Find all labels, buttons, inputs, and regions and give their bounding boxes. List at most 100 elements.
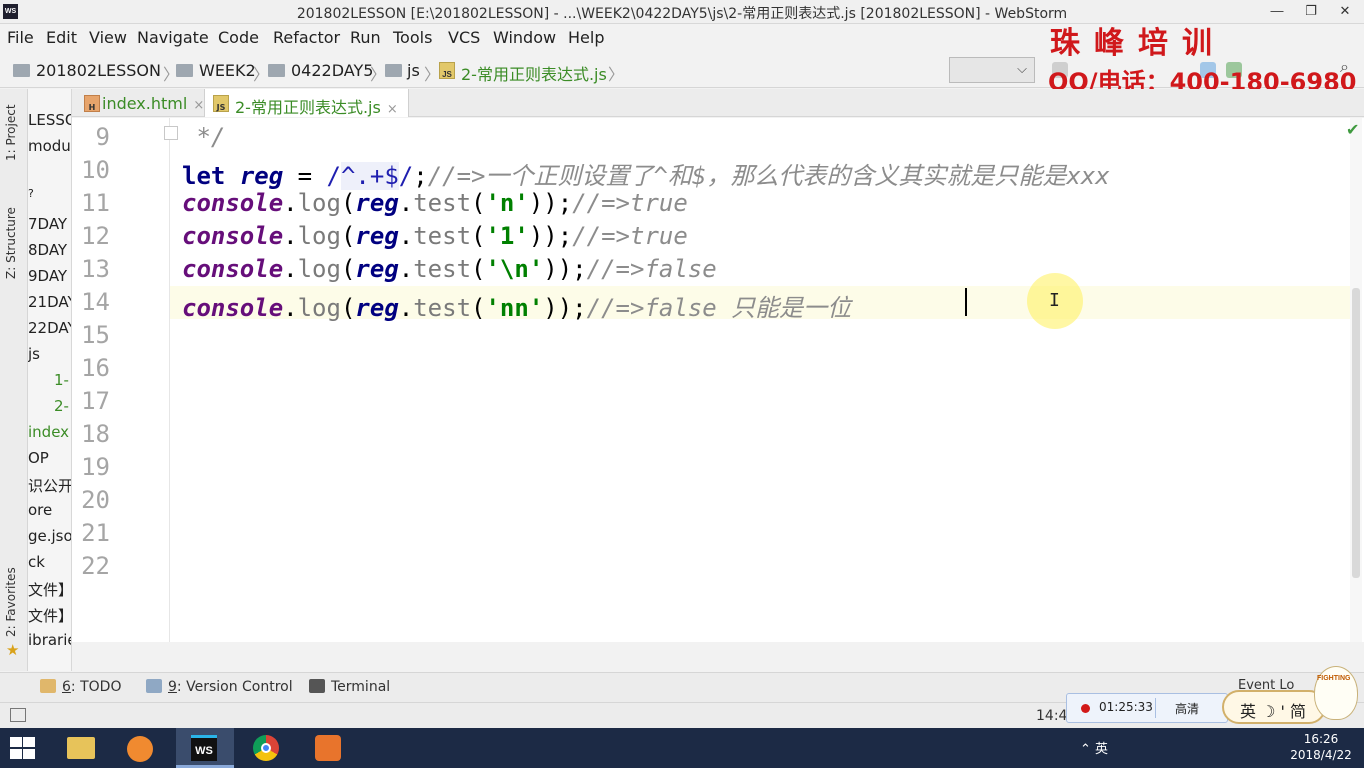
terminal-tool-button[interactable]: Terminal — [309, 679, 390, 695]
menu-view[interactable]: View — [89, 28, 127, 47]
todo-icon — [40, 679, 56, 693]
mnemonic: 9 — [168, 679, 177, 695]
line-number-gutter: 9 10 11 12 13 14 15 16 17 18 19 20 21 22 — [72, 118, 170, 642]
inspection-ok-icon[interactable]: ✔ — [1346, 120, 1359, 140]
menu-refactor[interactable]: Refactor — [273, 28, 340, 47]
paren-token: ( — [471, 294, 486, 322]
menu-tools[interactable]: Tools — [393, 28, 432, 47]
tree-item[interactable]: ? — [28, 187, 34, 200]
system-tray[interactable]: ⌃ 英 — [1080, 738, 1108, 757]
record-icon[interactable] — [1081, 704, 1090, 713]
version-control-tool-button[interactable]: 9: Version Control — [146, 679, 293, 695]
folder-icon — [268, 64, 285, 77]
tree-item[interactable]: js — [28, 345, 40, 363]
editor-tab-bar: H index.html × JS 2-常用正则表达式.js × — [72, 89, 1364, 117]
folder-icon — [176, 64, 193, 77]
tab-index-html[interactable]: H index.html × — [80, 89, 204, 117]
tree-item[interactable]: ck — [28, 553, 45, 571]
close-icon[interactable]: × — [193, 98, 204, 113]
tree-item[interactable]: 21DAY — [28, 293, 71, 311]
menu-navigate[interactable]: Navigate — [137, 28, 209, 47]
breadcrumb-file[interactable]: 2-常用正则表达式.js — [461, 61, 607, 85]
tree-item[interactable]: index — [28, 423, 69, 441]
line-number: 15 — [81, 321, 110, 349]
menu-help[interactable]: Help — [568, 28, 604, 47]
line-number: 11 — [81, 189, 110, 217]
tree-item[interactable]: 识公开 — [28, 475, 71, 496]
method-token: test — [413, 222, 472, 250]
tree-item[interactable]: 文件】 — [28, 579, 71, 600]
method-token: log — [297, 222, 341, 250]
tree-item[interactable]: ge.json — [28, 527, 71, 545]
menu-file[interactable]: File — [7, 28, 34, 47]
chrome-icon[interactable] — [238, 728, 296, 768]
tree-item[interactable]: OP — [28, 449, 49, 467]
string-token: 'nn' — [485, 294, 544, 322]
global-token: console — [182, 294, 284, 322]
toggle-tool-windows-icon[interactable] — [10, 708, 26, 722]
paren-token: ( — [340, 294, 356, 322]
run-configuration-select[interactable]: ⌵ — [949, 57, 1035, 83]
tree-item[interactable]: ibrarie — [28, 631, 71, 649]
todo-tool-button[interactable]: 6: TODO — [40, 679, 121, 695]
tree-item[interactable]: 22DAY — [28, 319, 71, 337]
file-explorer-icon[interactable] — [52, 728, 110, 768]
tree-item[interactable]: ore — [28, 501, 52, 519]
windows-start-icon[interactable] — [8, 736, 36, 760]
tree-item[interactable]: 8DAY — [28, 241, 67, 259]
paren-token: )); — [543, 294, 587, 322]
menu-edit[interactable]: Edit — [46, 28, 77, 47]
close-icon[interactable]: × — [387, 102, 398, 117]
menu-vcs[interactable]: VCS — [448, 28, 480, 47]
taskbar-clock[interactable]: 16:26 2018/4/22 — [1282, 731, 1360, 763]
line-number: 21 — [81, 519, 110, 547]
breadcrumb-js[interactable]: js — [407, 61, 420, 80]
fold-toggle-icon[interactable] — [164, 126, 178, 140]
scrollbar-thumb[interactable] — [1352, 288, 1360, 578]
line-number: 9 — [95, 123, 110, 151]
code-line-10: let reg = /^.+$/;//=>一个正则设置了^和$，那么代表的含义其… — [182, 156, 1110, 191]
restore-button[interactable]: ❐ — [1294, 0, 1328, 22]
breadcrumb-0422day5[interactable]: 0422DAY5 — [291, 61, 373, 80]
tree-item[interactable]: 9DAY — [28, 267, 67, 285]
code-editor[interactable]: 9 10 11 12 13 14 15 16 17 18 19 20 21 22… — [72, 118, 1364, 642]
code-line-13: console.log(reg.test('\n'));//=>false — [182, 255, 717, 283]
dot-token: . — [283, 294, 298, 322]
tree-item[interactable]: modul — [28, 137, 71, 155]
menu-code[interactable]: Code — [218, 28, 259, 47]
method-token: log — [297, 189, 341, 217]
input-method-bar[interactable]: 英 ☽ ' 简 — [1222, 690, 1326, 724]
method-token: test — [413, 189, 472, 217]
tree-item[interactable]: 1- — [54, 371, 69, 389]
app-orange-icon[interactable] — [112, 728, 170, 768]
slides-app-icon[interactable] — [300, 728, 358, 768]
app-glyph — [127, 736, 153, 762]
favorites-tool-tab[interactable]: 2: Favorites — [4, 567, 18, 637]
comment-token: */ — [182, 123, 226, 151]
ime-status: 英 ☽ ' 简 — [1240, 702, 1307, 721]
webstorm-taskbar-icon[interactable]: WS — [176, 728, 234, 768]
paren-token: ( — [471, 255, 486, 283]
tree-item[interactable]: 文件】 — [28, 605, 71, 626]
tree-item[interactable]: 7DAY — [28, 215, 67, 233]
structure-tool-tab[interactable]: Z: Structure — [4, 207, 18, 279]
quality-button[interactable]: 高清 — [1175, 700, 1199, 717]
line-number: 14 — [81, 288, 110, 316]
project-tool-tab[interactable]: 1: Project — [4, 104, 18, 161]
breadcrumb-project[interactable]: 201802LESSON — [36, 61, 161, 80]
dot-token: . — [398, 222, 414, 250]
tree-item[interactable]: LESSON — [28, 111, 71, 129]
breadcrumb-week2[interactable]: WEEK2 — [199, 61, 256, 80]
paren-token: )); — [543, 255, 587, 283]
semicolon-token: ; — [413, 162, 428, 190]
menu-run[interactable]: Run — [350, 28, 381, 47]
paren-token: ( — [340, 255, 356, 283]
close-button[interactable]: ✕ — [1328, 0, 1362, 22]
tab-active-js[interactable]: JS 2-常用正则表达式.js × — [204, 89, 409, 117]
minimize-button[interactable]: — — [1260, 0, 1294, 22]
cursor-position[interactable]: 14:4 — [1036, 708, 1067, 724]
menu-window[interactable]: Window — [493, 28, 556, 47]
dot-token: . — [283, 222, 298, 250]
tree-item[interactable]: 2- — [54, 397, 69, 415]
comment-token: //=>true — [572, 189, 688, 217]
